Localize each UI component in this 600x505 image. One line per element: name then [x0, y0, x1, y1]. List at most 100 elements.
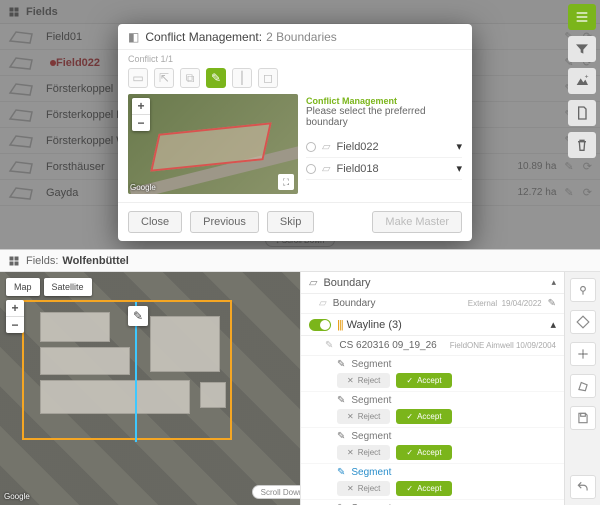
reject-button[interactable]: Reject — [337, 373, 390, 388]
upper-sidebar: + — [568, 4, 596, 158]
chevron-down-icon[interactable]: ▾ — [456, 140, 462, 153]
map-zoom[interactable]: +− — [132, 98, 150, 131]
polygon-icon: ▱ — [309, 276, 317, 289]
boundary-title: Boundary — [323, 277, 370, 289]
accept-button[interactable]: Accept — [396, 445, 451, 460]
previous-button[interactable]: Previous — [190, 211, 259, 233]
segment-icon: ✎ — [337, 359, 345, 370]
collapse-icon[interactable]: ▴ — [551, 277, 556, 288]
zoom-in-icon[interactable]: + — [132, 98, 150, 115]
segment-row: ✎ Segment Reject Accept — [301, 428, 564, 464]
modal-title: Conflict Management: — [145, 30, 262, 44]
boundary-option[interactable]: ▱Field018▾ — [306, 158, 462, 180]
filter-button[interactable] — [568, 36, 596, 62]
accept-button[interactable]: Accept — [396, 409, 451, 424]
segment-icon: ✎ — [337, 395, 345, 406]
polygon-button[interactable] — [570, 374, 596, 398]
tool-clone[interactable]: ⧉ — [180, 68, 200, 88]
cs-meta: FieldONE Aimwell 10/09/2004 — [450, 341, 556, 350]
segment-icon: ✎ — [337, 467, 345, 478]
segment-label: Segment — [351, 359, 391, 370]
upper-screenshot: Fields Field01✎ ⟳Field022✎ ⟳Försterkoppe… — [0, 0, 600, 250]
segment-row: ✎SegmentRejectAccept — [301, 464, 564, 500]
tool-draw[interactable]: ✎ — [206, 68, 226, 88]
modal-instruction: Please select the preferred boundary — [306, 106, 462, 128]
accept-button[interactable]: Accept — [396, 481, 451, 496]
segment-row: ✎SegmentRejectAccept — [301, 500, 564, 505]
field-boundary-overlay — [22, 300, 232, 440]
collapse-icon[interactable]: ▴ — [550, 318, 556, 331]
map-type-satellite[interactable]: Satellite — [44, 278, 92, 296]
segment-icon: ✎ — [337, 431, 345, 442]
segment-label: Segment — [351, 395, 391, 406]
close-button[interactable]: Close — [128, 211, 182, 233]
boundary-subrow[interactable]: ▱ Boundary External 19/04/2022 ✎ — [301, 294, 564, 314]
undo-button[interactable] — [570, 475, 596, 499]
cs-row[interactable]: ✎ CS 620316 09_19_26 FieldONE Aimwell 10… — [301, 336, 564, 356]
boundary-sub-label: Boundary — [333, 298, 376, 309]
modal-subtitle: Conflict 1/1 — [118, 50, 472, 64]
locate-button[interactable] — [570, 278, 596, 302]
breadcrumb-current: Wolfenbüttel — [62, 255, 128, 267]
fullscreen-icon[interactable]: ⛶ — [278, 174, 294, 190]
wayline-toggle[interactable] — [309, 319, 331, 331]
menu-button[interactable] — [568, 4, 596, 30]
boundary-option[interactable]: ▱ Field022 ▾ — [306, 136, 462, 158]
modal-count: 2 Boundaries — [266, 30, 337, 44]
modal-toolbar: ▭ ⇱ ⧉ ✎ ⎮ ◻ — [118, 64, 472, 94]
option-name: Field022 — [336, 141, 378, 153]
reject-button[interactable]: Reject — [337, 445, 390, 460]
wayline-title: Wayline (3) — [347, 319, 402, 331]
segment-label: Segment — [351, 431, 391, 442]
boundary-sub-icon: ▱ — [319, 298, 327, 309]
reject-button[interactable]: Reject — [337, 481, 390, 496]
trash-button[interactable] — [568, 132, 596, 158]
tool-cut[interactable]: ⎮ — [232, 68, 252, 88]
radio-icon[interactable] — [306, 164, 316, 174]
segment-row: ✎ Segment Reject Accept — [301, 356, 564, 392]
save-button[interactable] — [570, 406, 596, 430]
modal-header: ◧ Conflict Management: 2 Boundaries — [118, 24, 472, 50]
conflict-icon: ◧ — [128, 30, 139, 44]
zoom-in-icon[interactable]: + — [6, 300, 24, 317]
edit-handle-icon[interactable]: ✎ — [128, 306, 148, 326]
modal-right-label: Conflict Management — [306, 96, 462, 106]
scroll-down-pill[interactable]: Scroll Down — [252, 485, 300, 499]
zoom-out-icon[interactable]: − — [6, 317, 24, 333]
modal-footer: Close Previous Skip Make Master — [118, 202, 472, 241]
lower-header: Fields: Wolfenbüttel — [0, 250, 600, 272]
segment-row: ✎ Segment Reject Accept — [301, 392, 564, 428]
add-field-button[interactable]: + — [568, 68, 596, 94]
modal-options-panel: Conflict Management Please select the pr… — [306, 94, 462, 194]
chevron-down-icon[interactable]: ▾ — [456, 162, 462, 175]
breadcrumb-label: Fields: — [26, 255, 58, 267]
cs-icon: ✎ — [325, 340, 333, 351]
accept-button[interactable]: Accept — [396, 373, 451, 388]
google-tag: Google — [130, 183, 156, 192]
make-master-button[interactable]: Make Master — [372, 211, 462, 233]
tool-select[interactable]: ▭ — [128, 68, 148, 88]
map-type-map[interactable]: Map — [6, 278, 40, 296]
edit-icon[interactable]: ✎ — [548, 298, 556, 309]
tool-move[interactable]: ⇱ — [154, 68, 174, 88]
lower-sidebar — [564, 272, 600, 505]
wayline-icon: ||| — [337, 319, 343, 331]
skip-button[interactable]: Skip — [267, 211, 314, 233]
satellite-map[interactable]: Map Satellite +− ✎ Google Scroll Down — [0, 272, 300, 505]
tool-shape[interactable]: ◻ — [258, 68, 278, 88]
wayline-header[interactable]: ||| Wayline (3) ▴ — [301, 314, 564, 336]
detail-panel: ▱ Boundary ▴ ▱ Boundary External 19/04/2… — [300, 272, 600, 505]
sat-zoom[interactable]: +− — [6, 300, 24, 333]
reject-button[interactable]: Reject — [337, 409, 390, 424]
zoom-out-icon[interactable]: − — [132, 115, 150, 131]
route-button[interactable] — [570, 310, 596, 334]
svg-text:+: + — [585, 73, 589, 80]
add-nodes-button[interactable] — [570, 342, 596, 366]
conflict-modal: ◧ Conflict Management: 2 Boundaries Conf… — [118, 24, 472, 241]
fields-icon — [8, 255, 20, 267]
file-button[interactable] — [568, 100, 596, 126]
radio-icon[interactable] — [306, 142, 316, 152]
modal-map[interactable]: +− ⛶ Google — [128, 94, 298, 194]
boundary-shape-icon: ▱ — [322, 140, 330, 153]
boundary-header[interactable]: ▱ Boundary ▴ — [301, 272, 564, 294]
